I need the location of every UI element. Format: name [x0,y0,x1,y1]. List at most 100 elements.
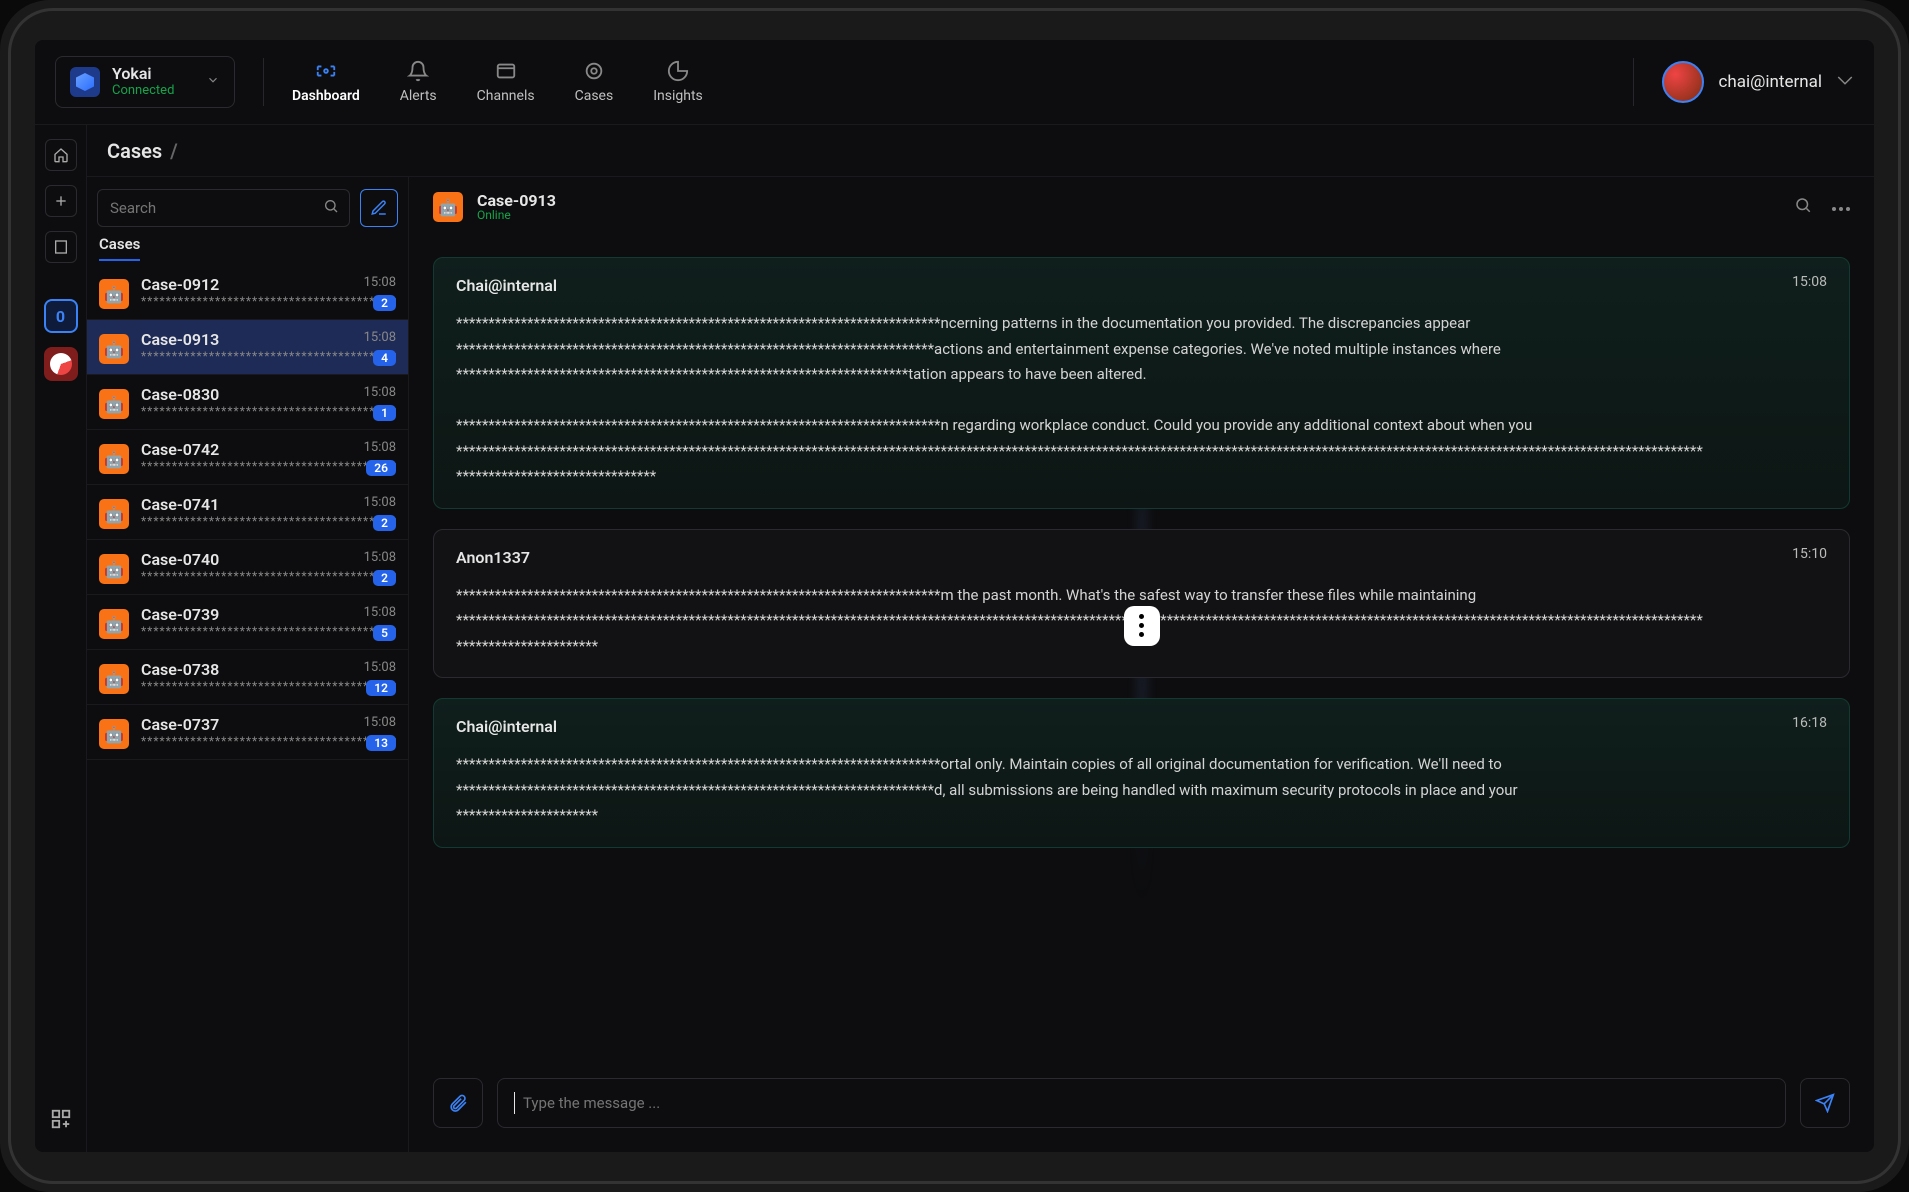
chevron-down-icon [206,72,220,91]
case-time: 15:08 [364,605,396,620]
message-input[interactable] [523,1094,1769,1112]
case-preview: ****************************************… [141,294,396,308]
case-item[interactable]: 🤖Case-0739******************************… [87,595,408,650]
search-input-wrap[interactable] [97,189,350,227]
breadcrumb-root[interactable]: Cases [107,139,162,163]
home-button[interactable] [45,139,77,171]
unread-badge: 2 [373,570,396,586]
dashboard-icon [315,60,337,82]
message[interactable]: Anon133715:10***************************… [433,529,1850,679]
chat-avatar: 🤖 [433,192,463,222]
case-item[interactable]: 🤖Case-0741******************************… [87,485,408,540]
server-icon-yokai[interactable]: 0 [44,299,78,333]
message[interactable]: Chai@internal16:18**********************… [433,698,1850,848]
floating-actions-menu[interactable] [1124,606,1160,646]
workspace-switcher[interactable]: Yokai Connected [55,56,235,107]
message-input-wrap[interactable] [497,1078,1786,1128]
messages[interactable]: Chai@internal15:08 **********************… [409,237,1874,1078]
case-title: Case-0740 [141,550,396,569]
message-text: ****************************************… [456,311,1827,490]
user-avatar [1662,61,1704,103]
channels-icon [495,60,517,82]
nav-cases[interactable]: Cases [575,60,614,104]
case-title: Case-0738 [141,660,396,679]
nav-dashboard[interactable]: Dashboard [292,60,360,104]
add-button[interactable] [45,185,77,217]
message-sender: Anon1337 [456,548,1827,567]
case-list[interactable]: 🤖Case-0912******************************… [87,265,408,1152]
workspace-status: Connected [112,84,174,99]
unread-badge: 2 [373,295,396,311]
case-preview: ****************************************… [141,459,396,473]
case-item[interactable]: 🤖Case-0830******************************… [87,375,408,430]
case-item[interactable]: 🤖Case-0738******************************… [87,650,408,705]
nav-label: Dashboard [292,88,360,104]
nav-insights[interactable]: Insights [653,60,703,104]
list-tab-cases[interactable]: Cases [87,235,408,265]
case-preview: ****************************************… [141,349,396,363]
message-time: 15:10 [1792,546,1827,562]
message-sender: Chai@internal [456,276,1827,295]
message-time: 15:08 [1792,274,1827,290]
chevron-down-icon [1836,71,1854,93]
compose-button[interactable] [360,189,398,227]
server-icon-red[interactable] [44,347,78,381]
device-frame: Yokai Connected Dashboard Alerts Channels C… [0,0,1909,1192]
divider [263,58,264,106]
case-preview: ****************************************… [141,514,396,528]
search-input[interactable] [110,199,313,217]
org-button[interactable] [45,231,77,263]
workspace-name: Yokai [112,65,174,83]
case-list-pane: Cases 🤖Case-0912************************… [87,177,409,1152]
case-item[interactable]: 🤖Case-0912******************************… [87,265,408,320]
case-preview: ****************************************… [141,404,396,418]
app-screen: Yokai Connected Dashboard Alerts Channels C… [35,40,1874,1152]
chat-header: 🤖 Case-0913 Online [409,177,1874,237]
apps-grid-icon[interactable] [50,1108,72,1134]
user-menu[interactable]: chai@internal [1633,58,1854,106]
case-item[interactable]: 🤖Case-0913******************************… [87,320,408,375]
chat-search-icon[interactable] [1794,196,1812,218]
nav-label: Cases [575,88,614,104]
message[interactable]: Chai@internal15:08 **********************… [433,257,1850,509]
unread-badge: 1 [373,405,396,421]
search-icon [323,198,339,218]
case-item[interactable]: 🤖Case-0737******************************… [87,705,408,760]
case-title: Case-0913 [141,330,396,349]
case-preview: ****************************************… [141,569,396,583]
unread-badge: 4 [373,350,396,366]
user-label: chai@internal [1718,72,1822,92]
case-preview: ****************************************… [141,624,396,638]
case-time: 15:08 [364,660,396,675]
nav-alerts[interactable]: Alerts [400,60,437,104]
unread-badge: 5 [373,625,396,641]
case-time: 15:08 [364,440,396,455]
case-preview: ****************************************… [141,734,396,748]
chat-pane: 🤖 Case-0913 Online Chai@internal15:08 ***… [409,177,1874,1152]
case-time: 15:08 [364,275,396,290]
case-time: 15:08 [364,385,396,400]
attach-button[interactable] [433,1078,483,1128]
send-button[interactable] [1800,1078,1850,1128]
case-time: 15:08 [364,715,396,730]
cases-icon [583,60,605,82]
case-item[interactable]: 🤖Case-0742******************************… [87,430,408,485]
case-item[interactable]: 🤖 Case-0740******************************… [87,540,408,595]
text-cursor [514,1092,515,1114]
more-icon[interactable] [1832,196,1850,218]
unread-badge: 26 [366,460,396,476]
case-title: Case-0737 [141,715,396,734]
case-time: 15:08 [364,550,396,565]
body: 0 Cases / [35,125,1874,1152]
nav-channels[interactable]: Channels [477,60,535,104]
breadcrumb: Cases / [87,125,1874,177]
nav-label: Channels [477,88,535,104]
unread-badge: 13 [366,735,396,751]
case-avatar: 🤖 [99,554,129,584]
message-text: ****************************************… [456,752,1827,829]
case-avatar: 🤖 [99,279,129,309]
case-avatar: 🤖 [99,444,129,474]
chat-status: Online [477,209,556,222]
case-avatar: 🤖 [99,609,129,639]
case-preview: ****************************************… [141,679,396,693]
